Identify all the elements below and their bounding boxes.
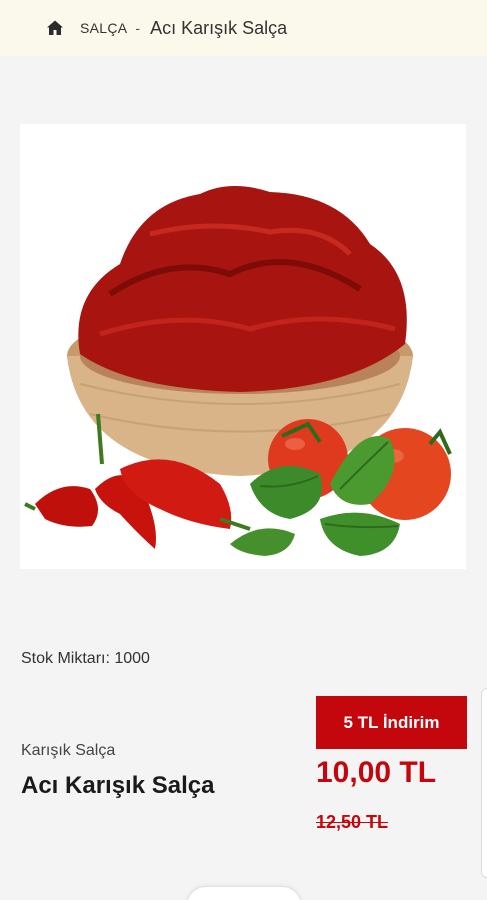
bottom-action-tab[interactable] [186, 886, 302, 900]
product-price: 10,00 TL [316, 756, 437, 789]
breadcrumb-separator: - [135, 20, 141, 36]
product-category: Karışık Salça [21, 742, 116, 759]
discount-badge: 5 TL İndirim [316, 696, 467, 749]
side-panel-tab[interactable] [481, 688, 487, 878]
breadcrumb: SALÇA - Acı Karışık Salça [0, 0, 487, 56]
breadcrumb-current: Acı Karışık Salça [150, 17, 288, 38]
product-image[interactable] [20, 124, 466, 569]
breadcrumb-category-link[interactable]: SALÇA [80, 20, 127, 36]
product-title: Acı Karışık Salça [21, 772, 215, 799]
old-price: 12,50 TL [316, 812, 389, 832]
home-icon[interactable] [46, 19, 64, 37]
stock-quantity: Stok Miktarı: 1000 [21, 650, 150, 667]
